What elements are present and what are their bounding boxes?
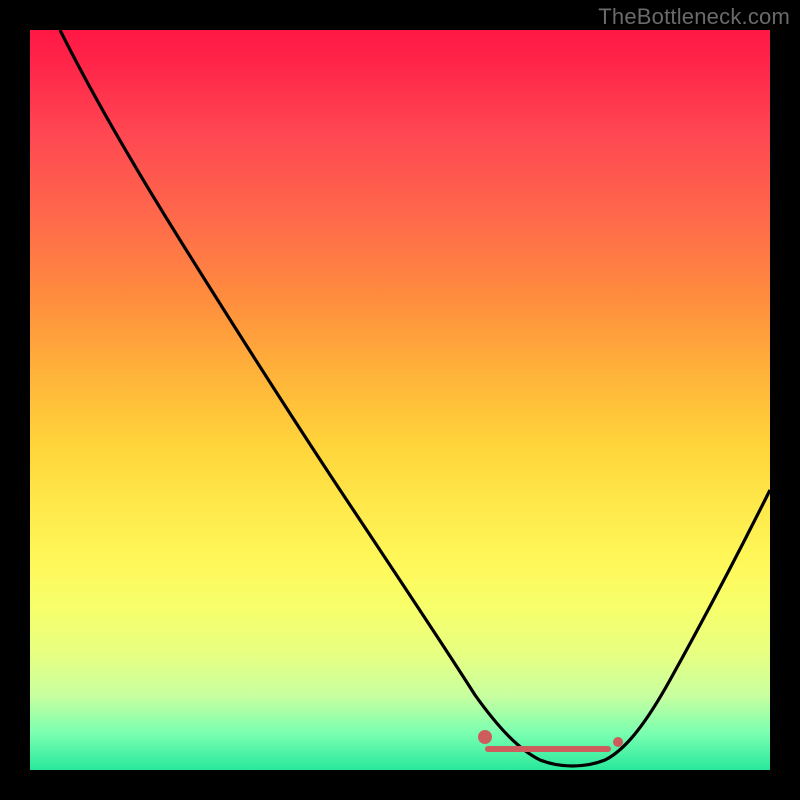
range-end-marker	[613, 737, 623, 747]
range-start-marker	[478, 730, 492, 744]
optimal-flat-segment	[485, 746, 611, 752]
watermark-text: TheBottleneck.com	[598, 4, 790, 30]
plot-area	[30, 30, 770, 770]
optimal-range-markers	[30, 30, 770, 770]
